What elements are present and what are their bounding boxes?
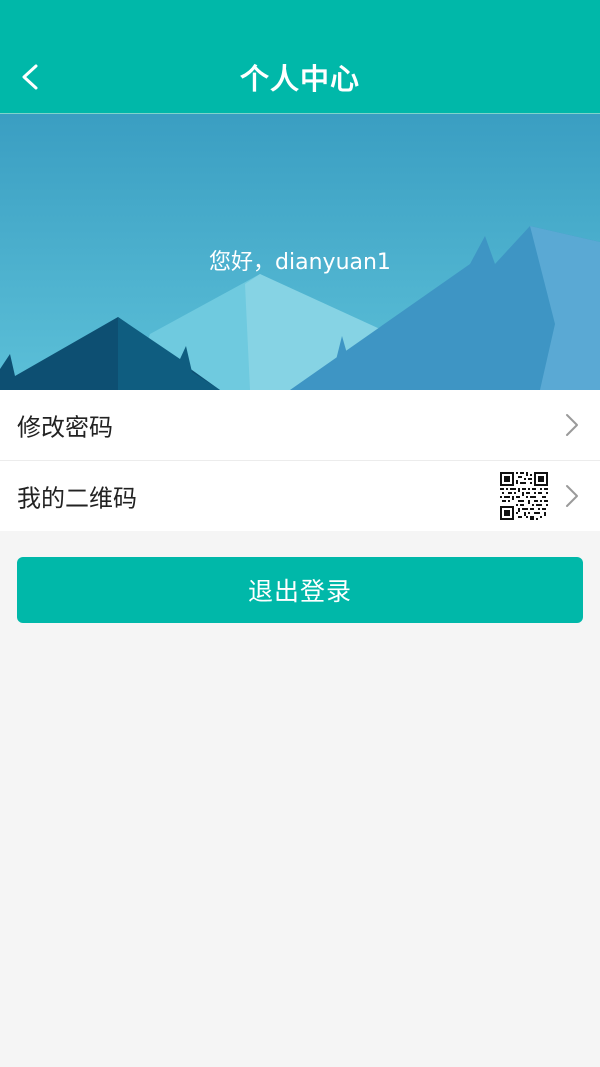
list-item-label: 我的二维码 xyxy=(17,484,137,513)
profile-banner: 您好，dianyuan1 xyxy=(0,114,600,390)
settings-list: 修改密码 我的二维码 xyxy=(0,390,600,531)
qr-code-icon xyxy=(500,472,548,520)
list-item-my-qr-code[interactable]: 我的二维码 xyxy=(0,460,600,531)
chevron-right-icon xyxy=(564,483,580,509)
list-item-change-password[interactable]: 修改密码 xyxy=(0,390,600,460)
logout-button[interactable]: 退出登录 xyxy=(17,557,583,623)
list-item-label: 修改密码 xyxy=(17,413,113,442)
top-app-bar: 个人中心 xyxy=(0,0,600,114)
page-title: 个人中心 xyxy=(239,62,360,96)
chevron-right-icon xyxy=(564,412,580,438)
greeting-text: 您好，dianyuan1 xyxy=(209,250,391,275)
